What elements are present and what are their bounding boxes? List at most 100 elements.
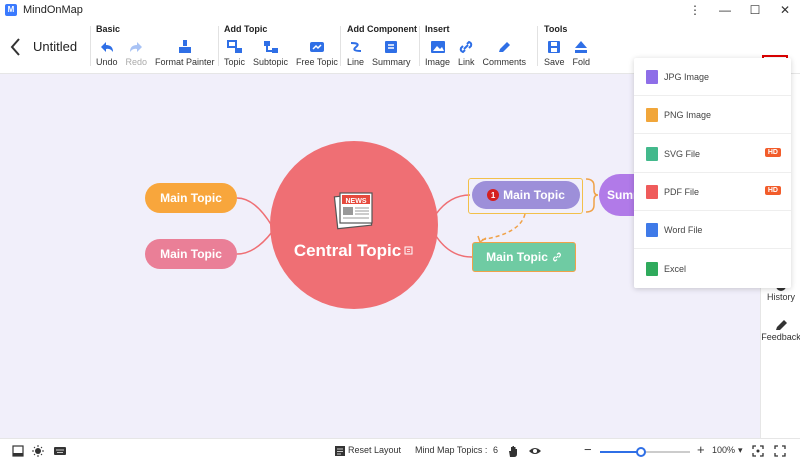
app-name: MindOnMap <box>23 4 83 16</box>
zoom-thumb[interactable] <box>635 447 646 457</box>
free-topic-icon <box>309 42 324 52</box>
subtopic-label: Subtopic <box>253 57 289 67</box>
subtopic-button[interactable]: Subtopic <box>253 39 288 67</box>
reset-layout-button[interactable]: Reset Layout <box>348 445 401 455</box>
summary-button[interactable]: Summary <box>372 39 411 67</box>
topics-count-value: 6 <box>493 445 499 455</box>
comment-badge: 1 <box>487 189 500 201</box>
more-options-icon[interactable]: ⋮ <box>680 0 710 20</box>
hd-badge: HD <box>764 148 781 157</box>
newspaper-icon: NEWS <box>333 192 373 230</box>
back-button[interactable] <box>8 36 24 58</box>
close-button[interactable]: ✕ <box>770 0 800 20</box>
undo-label: Undo <box>96 57 118 67</box>
link-icon <box>552 252 561 262</box>
zoom-slider[interactable] <box>600 447 690 457</box>
history-label: History <box>766 292 795 302</box>
main-topic-right-2[interactable]: Main Topic <box>472 242 576 272</box>
main-topic-left-1[interactable]: Main Topic <box>145 183 237 213</box>
image-icon <box>430 41 445 53</box>
export-excel-item[interactable]: Excel <box>634 250 791 288</box>
format-painter-icon <box>178 40 191 53</box>
comments-label: Comments <box>482 57 527 67</box>
format-painter-button[interactable]: Format Painter <box>155 39 215 67</box>
export-item-label: Word File <box>664 224 703 235</box>
save-icon <box>548 41 561 53</box>
image-label: Image <box>425 57 451 67</box>
export-dropdown: JPG Image PNG Image SVG File HD PDF File… <box>634 58 791 288</box>
word-file-icon <box>646 222 658 237</box>
png-file-icon <box>646 107 658 122</box>
central-topic-label: Central Topic <box>293 241 402 260</box>
free-topic-label: Free Topic <box>296 57 338 67</box>
line-button[interactable]: Line <box>347 39 364 67</box>
link-label: Link <box>458 57 475 67</box>
zoom-level: 100% <box>712 445 736 455</box>
zoom-dropdown-chevron-icon[interactable]: ▾ <box>738 445 743 456</box>
document-title[interactable]: Untitled <box>33 39 77 54</box>
export-pdf-item[interactable]: PDF File HD <box>634 173 791 211</box>
hand-pan-icon[interactable] <box>507 445 519 458</box>
group-title-tools: Tools <box>544 24 568 34</box>
outline-icon[interactable] <box>12 445 24 457</box>
fold-label: Fold <box>572 57 591 67</box>
group-title-add-component: Add Component <box>347 24 417 34</box>
export-item-label: PDF File <box>664 186 700 197</box>
save-label: Save <box>544 57 565 67</box>
link-button[interactable]: Link <box>458 39 475 67</box>
link-icon <box>460 40 473 54</box>
main-topic-label: Main Topic <box>160 191 222 205</box>
keyboard-icon[interactable] <box>53 445 67 457</box>
note-icon <box>404 246 413 255</box>
undo-button[interactable]: Undo <box>96 39 118 67</box>
news-label: NEWS <box>346 198 367 205</box>
excel-file-icon <box>646 262 658 276</box>
eye-icon[interactable] <box>528 445 542 457</box>
maximize-button[interactable]: ☐ <box>740 0 770 20</box>
summary-label: Summary <box>372 57 411 67</box>
image-button[interactable]: Image <box>425 39 450 67</box>
topic-icon <box>226 40 242 53</box>
minimize-button[interactable]: — <box>710 0 740 20</box>
main-topic-right-1[interactable]: 1 Main Topic <box>472 181 580 209</box>
topic-button[interactable]: Topic <box>224 39 245 67</box>
jpg-file-icon <box>646 69 658 84</box>
export-item-label: JPG Image <box>664 71 710 82</box>
export-word-item[interactable]: Word File <box>634 211 791 249</box>
redo-button[interactable]: Redo <box>126 39 147 67</box>
feedback-label: Feedback <box>761 332 800 342</box>
fullscreen-icon[interactable] <box>774 445 786 457</box>
main-topic-left-2[interactable]: Main Topic <box>145 239 237 269</box>
export-jpg-item[interactable]: JPG Image <box>634 58 791 96</box>
fit-screen-icon[interactable] <box>752 445 764 457</box>
app-logo-icon: M <box>5 4 17 16</box>
format-painter-label: Format Painter <box>155 57 215 67</box>
save-button[interactable]: Save <box>544 39 565 67</box>
subtopic-icon <box>263 41 278 53</box>
topics-count-label: Mind Map Topics : <box>415 445 488 455</box>
line-icon <box>350 42 361 52</box>
export-png-item[interactable]: PNG Image <box>634 96 791 134</box>
fold-button[interactable]: Fold <box>572 39 591 67</box>
central-topic[interactable]: NEWS Central Topic <box>270 141 438 309</box>
group-tools: Tools Save Fold <box>544 24 598 70</box>
feedback-icon <box>776 320 787 330</box>
main-topic-label: Main Topic <box>503 188 565 202</box>
group-insert: Insert Image Link Comments <box>425 24 534 70</box>
group-basic: Basic Undo Redo Format Painter <box>96 24 223 70</box>
export-item-label: PNG Image <box>664 109 712 120</box>
theme-sun-icon[interactable] <box>32 445 44 457</box>
free-topic-button[interactable]: Free Topic <box>296 39 338 67</box>
group-add-topic: Add Topic Topic Subtopic Free Topic <box>224 24 346 70</box>
zoom-fill <box>600 451 641 453</box>
export-item-label: SVG File <box>664 148 701 159</box>
zoom-out-button[interactable]: − <box>584 442 592 457</box>
feedback-button[interactable]: Feedback <box>761 318 800 342</box>
comments-button[interactable]: Comments <box>482 39 527 67</box>
main-topic-label: Main Topic <box>486 250 548 264</box>
export-svg-item[interactable]: SVG File HD <box>634 135 791 173</box>
zoom-in-button[interactable]: + <box>697 442 705 457</box>
undo-icon <box>100 42 113 52</box>
svg-file-icon <box>646 146 658 161</box>
export-item-label: Excel <box>664 264 687 274</box>
